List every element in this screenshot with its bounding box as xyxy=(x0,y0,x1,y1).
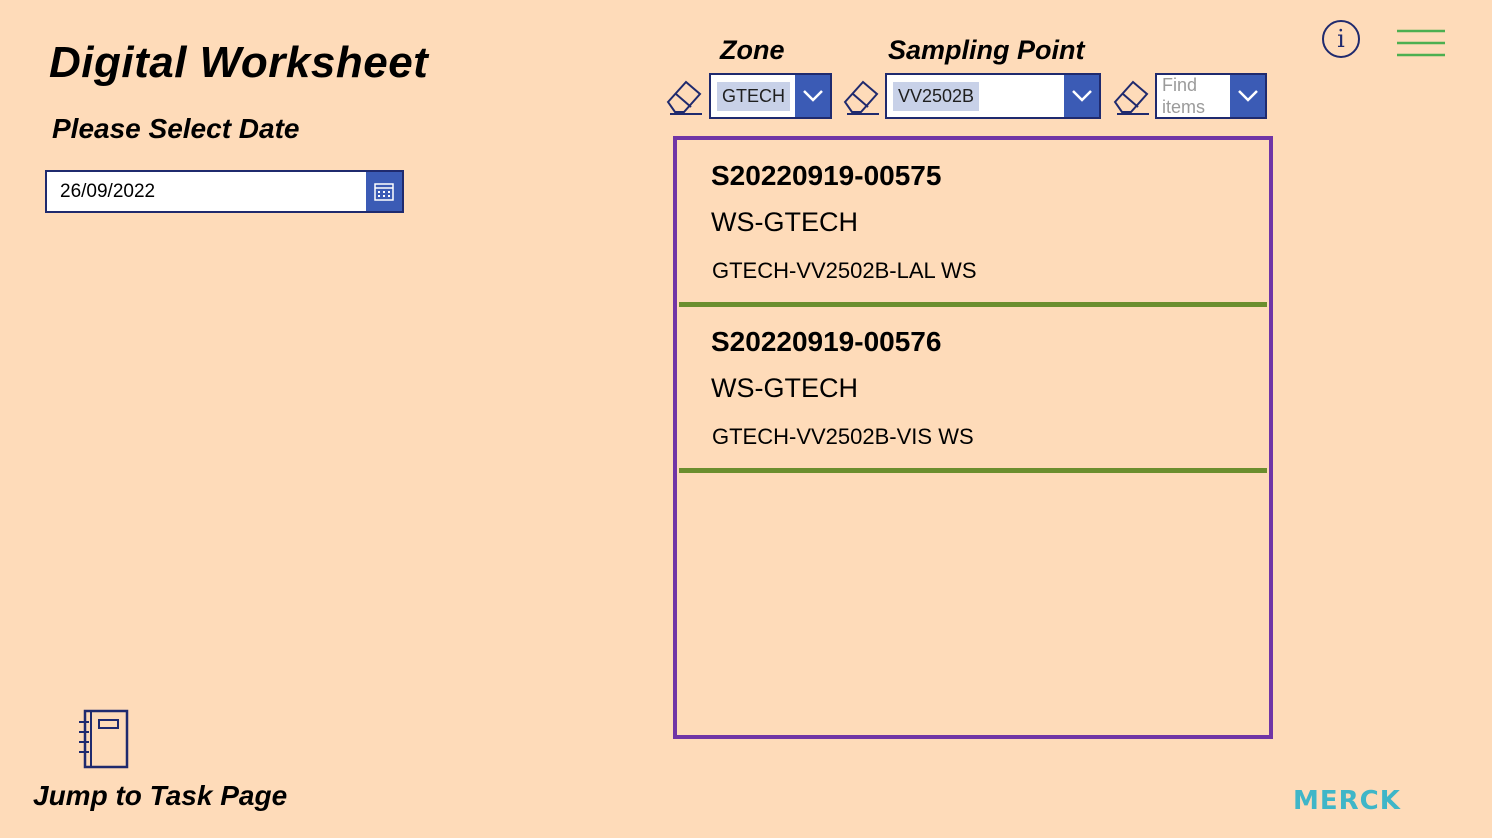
page-title: Digital Worksheet xyxy=(49,38,429,87)
zone-dropdown-toggle[interactable] xyxy=(795,75,830,117)
sampling-point-name: GTECH-VV2502B-VIS WS xyxy=(712,424,974,449)
clear-find-items-button[interactable] xyxy=(1111,75,1153,122)
zone-selected-value: GTECH xyxy=(717,81,790,111)
hamburger-menu-icon xyxy=(1397,29,1445,57)
date-value[interactable]: 26/09/2022 xyxy=(47,172,366,211)
sampling-point-dropdown-toggle[interactable] xyxy=(1064,75,1099,117)
worksheet-name: WS-GTECH xyxy=(711,373,858,403)
chevron-down-icon xyxy=(1071,90,1092,102)
zone-dropdown[interactable]: GTECH xyxy=(709,73,832,119)
calendar-button[interactable] xyxy=(366,172,402,211)
hamburger-menu-button[interactable] xyxy=(1397,27,1445,59)
eraser-icon xyxy=(843,80,879,115)
sampling-point-label: Sampling Point xyxy=(888,35,1085,65)
item-separator xyxy=(679,468,1267,473)
find-items-dropdown[interactable]: Find items xyxy=(1155,73,1267,119)
info-icon: i xyxy=(1337,25,1345,53)
gallery-item[interactable]: S20220919-00576 WS-GTECH GTECH-VV2502B-V… xyxy=(677,306,1269,473)
find-items-dropdown-toggle[interactable] xyxy=(1230,75,1265,117)
eraser-icon xyxy=(666,80,702,115)
eraser-icon xyxy=(1113,80,1149,115)
info-button[interactable]: i xyxy=(1322,20,1360,58)
jump-to-task-button[interactable] xyxy=(77,708,131,770)
notebook-icon xyxy=(79,709,129,769)
sample-id: S20220919-00575 xyxy=(711,160,942,191)
calendar-icon xyxy=(374,182,394,201)
find-items-placeholder-line1: Find xyxy=(1162,75,1198,95)
chevron-down-icon xyxy=(802,90,823,102)
sampling-point-name: GTECH-VV2502B-LAL WS xyxy=(712,258,977,283)
chevron-down-icon xyxy=(1237,90,1258,102)
gallery-item[interactable]: S20220919-00575 WS-GTECH GTECH-VV2502B-L… xyxy=(677,140,1269,307)
sampling-point-selected-value: VV2502B xyxy=(893,81,980,111)
worksheet-name: WS-GTECH xyxy=(711,207,858,237)
clear-zone-button[interactable] xyxy=(664,75,706,122)
sample-id: S20220919-00576 xyxy=(711,326,942,357)
worksheet-gallery[interactable]: S20220919-00575 WS-GTECH GTECH-VV2502B-L… xyxy=(673,136,1273,739)
zone-label: Zone xyxy=(720,35,785,65)
sampling-point-dropdown[interactable]: VV2502B xyxy=(885,73,1101,119)
date-picker[interactable]: 26/09/2022 xyxy=(45,170,404,213)
merck-logo: MERCK xyxy=(1293,786,1401,816)
jump-to-task-label[interactable]: Jump to Task Page xyxy=(33,780,287,812)
date-label: Please Select Date xyxy=(52,113,300,144)
find-items-placeholder-line2: items xyxy=(1162,97,1206,117)
clear-sampling-point-button[interactable] xyxy=(841,75,883,122)
